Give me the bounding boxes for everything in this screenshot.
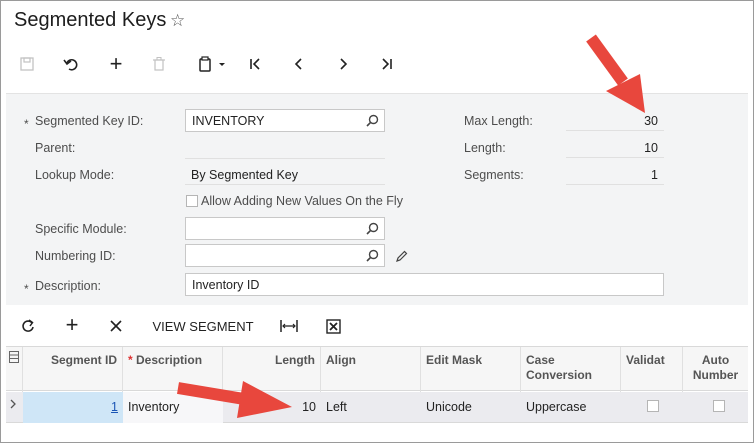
max-length-value: 30: [566, 111, 664, 131]
last-record-icon[interactable]: [376, 53, 398, 75]
validate-checkbox[interactable]: [647, 400, 659, 412]
segmented-key-id-value: INVENTORY: [192, 114, 265, 128]
col-edit-mask[interactable]: Edit Mask: [421, 347, 521, 392]
favorite-star-icon[interactable]: ☆: [170, 11, 185, 31]
search-icon[interactable]: [366, 222, 379, 235]
col-validate[interactable]: Validat: [621, 347, 683, 392]
numbering-id-label: Numbering ID:: [35, 249, 116, 263]
allow-adding-label: Allow Adding New Values On the Fly: [201, 194, 403, 208]
fit-columns-icon[interactable]: [278, 315, 300, 337]
col-description[interactable]: * Description: [123, 347, 223, 392]
col-description-label: Description: [136, 353, 203, 367]
cell-description[interactable]: Inventory: [123, 392, 223, 423]
edit-pencil-icon[interactable]: [392, 245, 410, 267]
add-icon[interactable]: +: [104, 51, 128, 76]
refresh-icon[interactable]: [18, 315, 38, 337]
specific-module-label: Specific Module:: [35, 222, 127, 236]
required-marker: *: [24, 282, 29, 296]
segmented-key-id-label: Segmented Key ID:: [35, 114, 144, 128]
undo-icon[interactable]: [59, 53, 83, 75]
length-value: 10: [566, 138, 664, 158]
parent-label: Parent:: [35, 141, 76, 155]
col-case-conversion[interactable]: Case Conversion: [521, 347, 621, 392]
col-align[interactable]: Align: [321, 347, 421, 392]
segments-value: 1: [566, 165, 664, 185]
length-label: Length:: [464, 141, 506, 155]
col-auto-number[interactable]: Auto Number: [683, 347, 748, 392]
save-icon[interactable]: [16, 53, 38, 75]
clipboard-dropdown-icon[interactable]: [192, 53, 232, 75]
add-row-icon[interactable]: +: [61, 312, 83, 337]
lookup-mode-label: Lookup Mode:: [35, 168, 115, 182]
max-length-label: Max Length:: [464, 114, 533, 128]
cell-length[interactable]: 10: [223, 392, 321, 423]
cell-segment-id[interactable]: 1: [23, 392, 123, 423]
segments-label: Segments:: [464, 168, 524, 182]
allow-adding-checkbox[interactable]: [186, 195, 198, 207]
view-segment-button[interactable]: VIEW SEGMENT: [150, 315, 256, 337]
numbering-id-field[interactable]: [185, 244, 385, 267]
cell-align[interactable]: Left: [321, 392, 421, 423]
lookup-mode-value[interactable]: By Segmented Key: [185, 165, 385, 185]
grid-settings-icon[interactable]: [6, 347, 23, 392]
cell-case-conversion[interactable]: Uppercase: [521, 392, 621, 423]
search-icon[interactable]: [366, 114, 379, 127]
first-record-icon[interactable]: [244, 53, 266, 75]
table-row[interactable]: 1 Inventory 10 Left Unicode Uppercase: [6, 392, 748, 423]
description-field[interactable]: Inventory ID: [185, 273, 664, 296]
description-label: Description:: [35, 279, 101, 293]
parent-value: [185, 139, 385, 159]
col-length[interactable]: Length: [223, 347, 321, 392]
required-marker: *: [24, 117, 29, 131]
row-expand-chevron-icon[interactable]: [6, 392, 23, 423]
segment-id-link[interactable]: 1: [111, 400, 118, 414]
specific-module-field[interactable]: [185, 217, 385, 240]
cell-edit-mask[interactable]: Unicode: [421, 392, 521, 423]
export-excel-icon[interactable]: [322, 315, 344, 337]
previous-record-icon[interactable]: [288, 53, 310, 75]
grid-header: Segment ID * Description Length Align Ed…: [6, 346, 748, 392]
next-record-icon[interactable]: [332, 53, 354, 75]
page-title: Segmented Keys: [14, 9, 167, 31]
required-marker: *: [128, 353, 133, 367]
delete-icon[interactable]: [148, 53, 170, 75]
col-segment-id[interactable]: Segment ID: [23, 347, 123, 392]
search-icon[interactable]: [366, 249, 379, 262]
auto-number-checkbox[interactable]: [713, 400, 725, 412]
segmented-key-id-field[interactable]: INVENTORY: [185, 109, 385, 132]
delete-row-icon[interactable]: [106, 315, 126, 337]
